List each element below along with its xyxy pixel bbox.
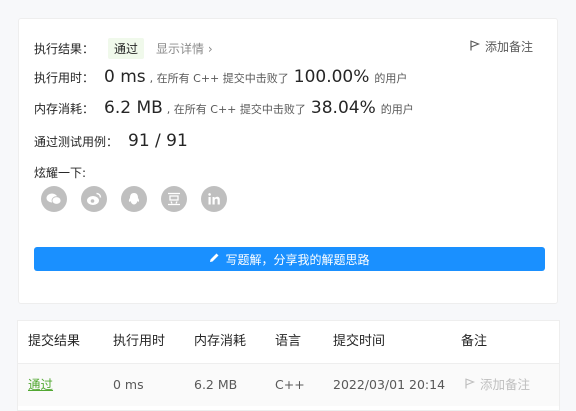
header-runtime: 执行用时 xyxy=(113,334,166,349)
header-memory: 内存消耗 xyxy=(194,334,247,349)
memory-label: 内存消耗： xyxy=(34,102,95,116)
row-add-note-label: 添加备注 xyxy=(480,377,531,392)
add-note-button[interactable]: 添加备注 xyxy=(470,38,533,55)
wechat-icon[interactable] xyxy=(41,186,67,212)
runtime-value: 0 ms xyxy=(104,67,146,87)
memory-value: 6.2 MB xyxy=(104,98,163,118)
table-row[interactable]: 通过 0 ms 6.2 MB C++ 2022/03/01 20:14 添加备注 xyxy=(18,364,559,406)
runtime-beat-text: , 在所有 C++ 提交中击败了 xyxy=(149,72,289,85)
result-label: 执行结果： xyxy=(34,42,95,56)
header-submit-time: 提交时间 xyxy=(333,334,386,349)
write-solution-button[interactable]: 写题解，分享我的解题思路 xyxy=(34,247,545,271)
runtime-label: 执行用时： xyxy=(34,71,95,85)
share-row: 炫耀一下: xyxy=(34,164,86,181)
submission-table: 提交结果 执行用时 内存消耗 语言 提交时间 备注 通过 0 ms 6.2 MB… xyxy=(17,320,560,411)
share-label: 炫耀一下: xyxy=(34,166,87,180)
runtime-percent: 100.00% xyxy=(293,67,370,87)
testcase-label: 通过测试用例： xyxy=(34,135,119,149)
row-language: C++ xyxy=(275,377,305,392)
testcase-value: 91 / 91 xyxy=(128,131,188,151)
flag-icon xyxy=(470,39,481,54)
row-status-link[interactable]: 通过 xyxy=(28,364,53,406)
row-add-note-button[interactable]: 添加备注 xyxy=(465,364,530,406)
linkedin-icon[interactable] xyxy=(201,186,227,212)
share-icons xyxy=(41,186,227,212)
write-solution-label: 写题解，分享我的解题思路 xyxy=(225,252,370,267)
qq-icon[interactable] xyxy=(121,186,147,212)
row-memory: 6.2 MB xyxy=(194,377,238,392)
runtime-row: 执行用时： 0 ms , 在所有 C++ 提交中击败了 100.00% 的用户 xyxy=(34,67,407,87)
row-submit-time: 2022/03/01 20:14 xyxy=(333,377,446,392)
show-details-link[interactable]: 显示详情 › xyxy=(156,40,213,57)
memory-percent: 38.04% xyxy=(310,98,376,118)
header-language: 语言 xyxy=(275,334,302,349)
memory-beat-text: , 在所有 C++ 提交中击败了 xyxy=(166,103,306,116)
runtime-user-text: 的用户 xyxy=(374,72,408,85)
flag-icon xyxy=(465,364,476,406)
status-badge: 通过 xyxy=(108,38,145,59)
result-row: 执行结果： 通过 显示详情 › xyxy=(34,38,213,59)
testcase-row: 通过测试用例： 91 / 91 xyxy=(34,131,192,151)
weibo-icon[interactable] xyxy=(81,186,107,212)
header-note: 备注 xyxy=(461,334,488,349)
douban-icon[interactable] xyxy=(161,186,187,212)
table-header: 提交结果 执行用时 内存消耗 语言 提交时间 备注 xyxy=(18,321,559,364)
memory-user-text: 的用户 xyxy=(380,103,414,116)
add-note-label: 添加备注 xyxy=(484,40,533,54)
pencil-icon xyxy=(209,252,220,266)
result-card: 执行结果： 通过 显示详情 › 添加备注 执行用时： 0 ms , 在所有 C+… xyxy=(18,18,558,304)
row-runtime: 0 ms xyxy=(113,377,144,392)
memory-row: 内存消耗： 6.2 MB , 在所有 C++ 提交中击败了 38.04% 的用户 xyxy=(34,98,414,118)
header-status: 提交结果 xyxy=(28,334,81,349)
